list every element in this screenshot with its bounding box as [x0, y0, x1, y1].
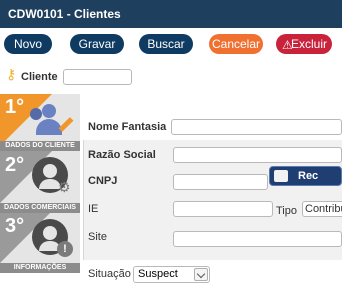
novo-button[interactable]: Novo	[4, 34, 52, 54]
warning-icon: ⚠	[282, 38, 293, 52]
cancelar-button[interactable]: Cancelar	[209, 34, 263, 54]
situacao-label: Situação	[88, 268, 131, 280]
razao-social-input[interactable]	[173, 147, 342, 163]
excluir-label: Excluir	[290, 37, 327, 51]
nome-fantasia-label: Nome Fantasia	[88, 121, 167, 133]
ie-label: IE	[88, 203, 99, 215]
step-3-card[interactable]: 3° !	[0, 213, 80, 263]
step-2-card[interactable]: 2° ⚙	[0, 151, 80, 203]
nome-fantasia-input[interactable]	[171, 119, 342, 135]
chevron-down-icon[interactable]	[194, 268, 208, 281]
step-1-number: 1°	[5, 96, 25, 118]
step-3-caption: INFORMAÇÕES	[0, 263, 80, 273]
buscar-button[interactable]: Buscar	[139, 34, 193, 54]
receita-federal-button[interactable]: Rec	[269, 166, 342, 186]
receita-logo-icon	[274, 170, 288, 182]
cliente-input[interactable]	[63, 69, 132, 85]
gear-icon: ⚙	[58, 179, 71, 195]
situacao-value: Suspect	[138, 268, 178, 280]
cnpj-input[interactable]	[173, 174, 268, 190]
tipo-value: Contribu	[305, 203, 342, 215]
step-3-number: 3°	[5, 215, 25, 237]
cnpj-label: CNPJ	[88, 175, 118, 187]
step-2-caption: DADOS COMERCIAIS	[0, 203, 80, 213]
step-1-card[interactable]: 1°	[0, 94, 80, 146]
window-title: CDW0101 - Clientes	[8, 7, 121, 21]
razao-social-label: Razão Social	[88, 149, 156, 161]
ie-input[interactable]	[173, 201, 273, 217]
tipo-label: Tipo	[276, 205, 297, 217]
excluir-button[interactable]: ⚠ Excluir	[276, 34, 332, 54]
cliente-label: Cliente	[21, 71, 58, 83]
tipo-select[interactable]: Contribu	[302, 201, 342, 217]
site-input[interactable]	[173, 231, 342, 247]
info-alert-icon: !	[57, 241, 73, 257]
situacao-select[interactable]: Suspect	[133, 266, 210, 283]
title-bar: CDW0101 - Clientes	[0, 0, 342, 28]
user-group-icon	[30, 104, 62, 136]
gravar-button[interactable]: Gravar	[70, 34, 124, 54]
key-icon: ⚷	[6, 66, 17, 82]
step-1-caption: DADOS DO CLIENTE	[0, 141, 80, 151]
site-label: Site	[88, 231, 107, 243]
receita-label: Rec	[298, 170, 319, 182]
step-2-number: 2°	[5, 154, 25, 176]
